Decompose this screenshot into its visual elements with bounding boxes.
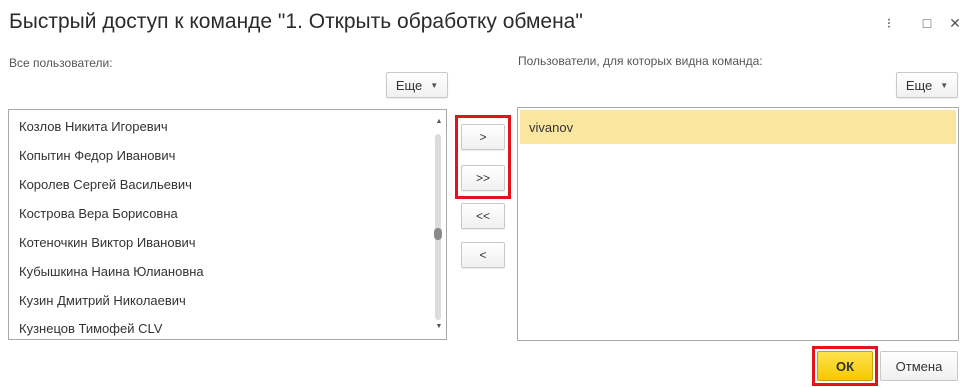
maximize-icon[interactable]: □ (918, 14, 936, 32)
list-item[interactable]: Котеночкин Виктор Иванович (19, 235, 196, 250)
list-item: vivanov (529, 120, 574, 135)
close-icon[interactable]: ✕ (946, 14, 964, 32)
dialog-title-bar: Быстрый доступ к команде "1. Открыть обр… (0, 0, 966, 48)
more-actions-icon[interactable]: ⁝ (880, 14, 898, 32)
list-item[interactable]: Копытин Федор Иванович (19, 148, 175, 163)
visible-users-list[interactable]: vivanov (517, 107, 959, 341)
list-item[interactable]: Кубышкина Наина Юлиановна (19, 264, 204, 279)
selected-list-row[interactable]: vivanov (520, 110, 956, 144)
left-more-label: Еще (395, 77, 423, 93)
chevron-down-icon: ▼ (430, 80, 439, 90)
list-scrollbar[interactable]: ▲ ▼ (432, 110, 446, 339)
remove-all-button[interactable]: << (461, 203, 505, 229)
highlight-frame (455, 115, 511, 199)
remove-selected-button[interactable]: < (461, 242, 505, 268)
scroll-track[interactable] (435, 134, 441, 320)
all-users-label: Все пользователи: (9, 56, 113, 70)
left-more-button[interactable]: Еще ▼ (386, 72, 448, 98)
scroll-up-icon[interactable]: ▲ (432, 116, 446, 128)
highlight-frame (812, 346, 878, 386)
visible-users-label: Пользователи, для которых видна команда: (518, 54, 763, 68)
list-item[interactable]: Козлов Никита Игоревич (19, 119, 168, 134)
scroll-down-icon[interactable]: ▼ (432, 321, 446, 333)
right-more-label: Еще (905, 77, 933, 93)
chevron-down-icon: ▼ (940, 80, 949, 90)
scroll-thumb[interactable] (434, 228, 442, 240)
right-more-button[interactable]: Еще ▼ (896, 72, 958, 98)
list-item[interactable]: Кострова Вера Борисовна (19, 206, 178, 221)
all-users-list[interactable]: Козлов Никита Игоревич Копытин Федор Ива… (8, 109, 447, 340)
list-item[interactable]: Королев Сергей Васильевич (19, 177, 192, 192)
list-item[interactable]: Кузнецов Тимофей CLV (19, 321, 162, 336)
dialog-title: Быстрый доступ к команде "1. Открыть обр… (9, 10, 583, 33)
list-item[interactable]: Кузин Дмитрий Николаевич (19, 293, 186, 308)
cancel-button[interactable]: Отмена (880, 351, 958, 381)
